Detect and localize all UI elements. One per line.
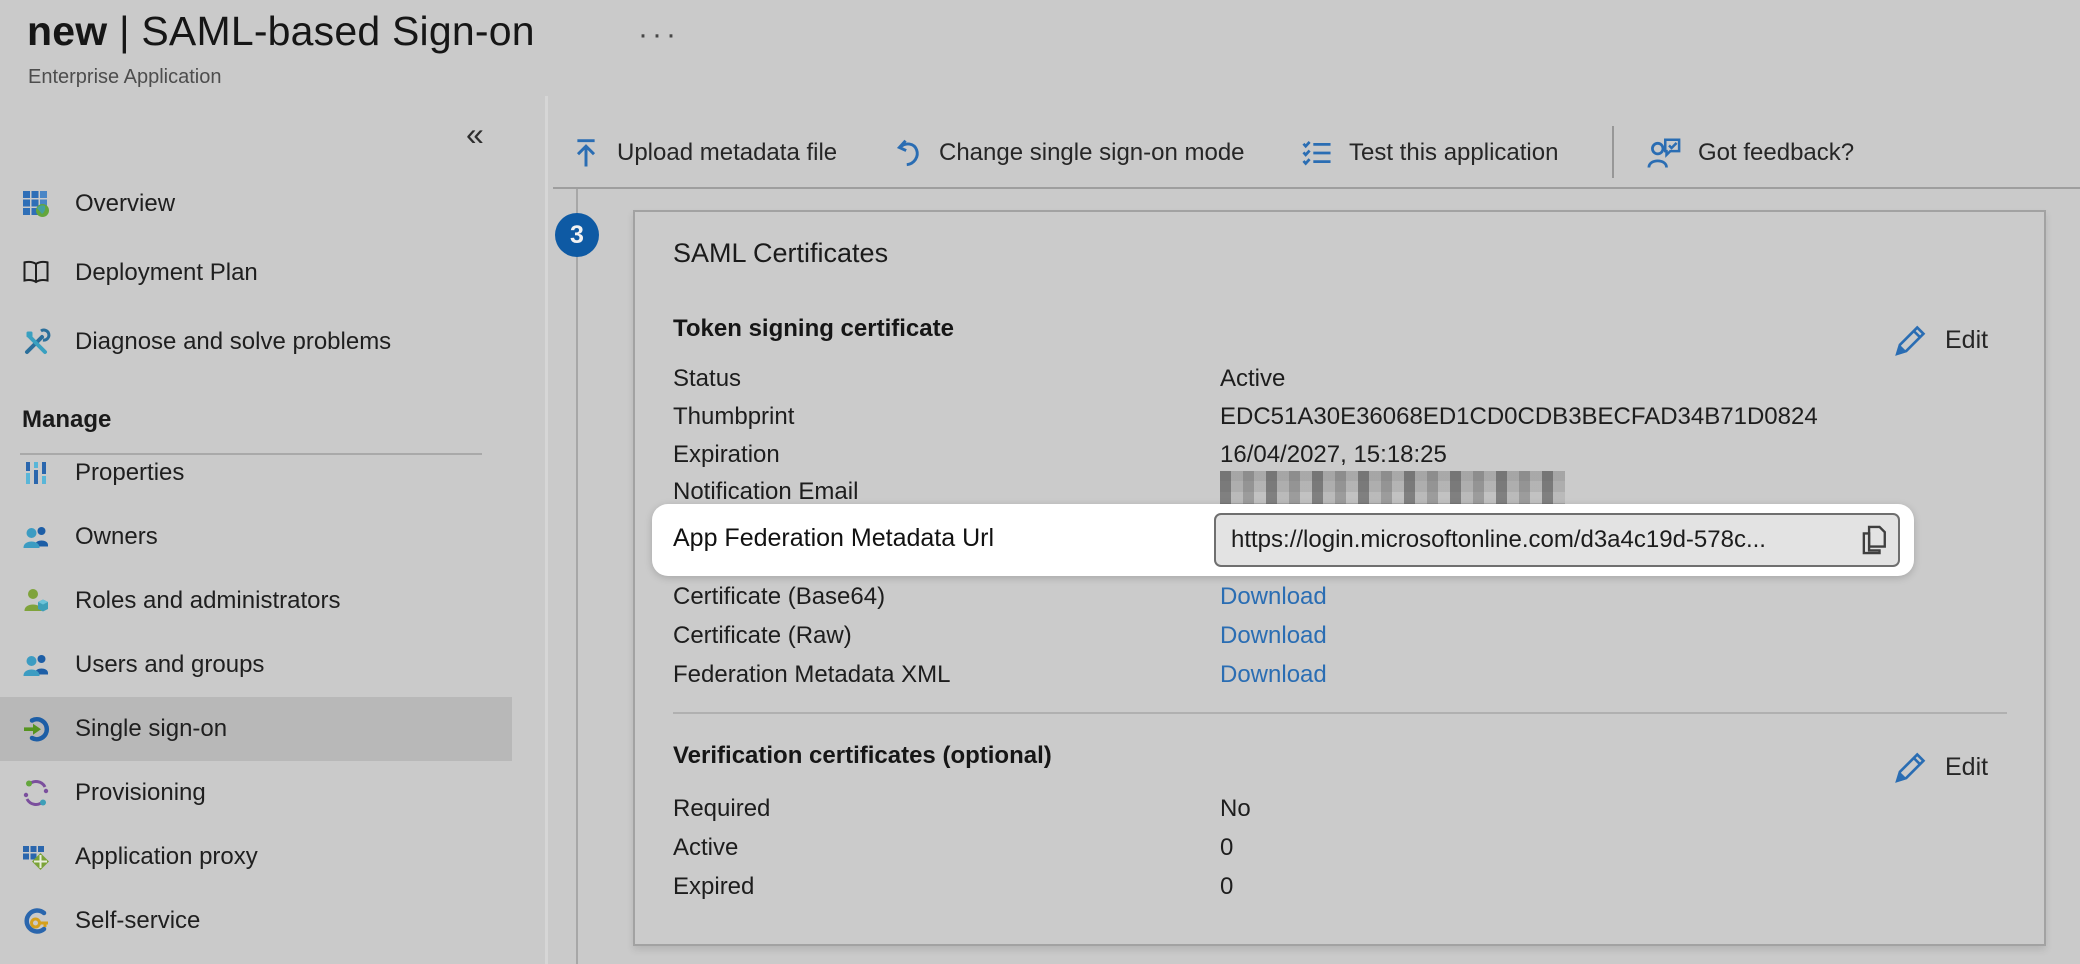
- edit-verification-certificates-button[interactable]: Edit: [1893, 749, 1988, 785]
- app-proxy-icon: [21, 842, 51, 872]
- sidebar-collapse-icon[interactable]: «: [466, 116, 484, 153]
- single-sign-on-icon: [21, 714, 51, 744]
- download-certificate-base64-link[interactable]: Download: [1220, 583, 1327, 611]
- toolbar-item-label: Test this application: [1349, 139, 1558, 167]
- federation-metadata-xml-label: Federation Metadata XML: [673, 661, 951, 689]
- roles-icon: [21, 586, 51, 616]
- verification-certificates-title: Verification certificates (optional): [673, 742, 1052, 770]
- toolbar-item-label: Got feedback?: [1698, 139, 1854, 167]
- expiration-label: Expiration: [673, 441, 780, 469]
- sidebar-item-label: Provisioning: [75, 779, 206, 807]
- active-count-label: Active: [673, 834, 738, 862]
- status-value: Active: [1220, 365, 1285, 393]
- edit-pencil-icon: [1893, 322, 1929, 358]
- notification-email-label: Notification Email: [673, 478, 858, 506]
- overview-icon: [21, 189, 51, 219]
- page-subtitle: Enterprise Application: [28, 66, 221, 89]
- sidebar-item-application-proxy[interactable]: Application proxy: [0, 825, 512, 889]
- toolbar-item-label: Change single sign-on mode: [939, 139, 1245, 167]
- feedback-icon: [1646, 136, 1682, 170]
- token-signing-certificate-title: Token signing certificate: [673, 315, 954, 343]
- got-feedback-button[interactable]: Got feedback?: [1646, 130, 1854, 176]
- sidebar-item-label: Application proxy: [75, 843, 258, 871]
- sidebar-item-roles[interactable]: Roles and administrators: [0, 569, 512, 633]
- upload-metadata-button[interactable]: Upload metadata file: [571, 130, 837, 176]
- sidebar-item-diagnose[interactable]: Diagnose and solve problems: [0, 310, 512, 374]
- edit-button-label: Edit: [1945, 326, 1988, 355]
- checklist-icon: [1301, 138, 1333, 168]
- sidebar-item-owners[interactable]: Owners: [0, 505, 512, 569]
- diagnose-icon: [21, 327, 51, 357]
- sidebar-item-label: Roles and administrators: [75, 587, 340, 615]
- active-count-value: 0: [1220, 834, 1233, 862]
- sidebar-item-overview[interactable]: Overview: [0, 172, 512, 236]
- app-name: new: [27, 8, 107, 54]
- step-connector-line: [576, 189, 578, 964]
- sidebar-item-label: Owners: [75, 523, 158, 551]
- toolbar-rule: [553, 187, 2080, 189]
- sidebar-item-label: Properties: [75, 459, 184, 487]
- expired-count-value: 0: [1220, 873, 1233, 901]
- thumbprint-label: Thumbprint: [673, 403, 794, 431]
- sidebar-item-provisioning[interactable]: Provisioning: [0, 761, 512, 825]
- properties-icon: [21, 458, 51, 488]
- toolbar-separator: [1612, 126, 1614, 178]
- metadata-url-field: [1214, 513, 1900, 567]
- section-divider: [673, 712, 2007, 714]
- change-sso-mode-button[interactable]: Change single sign-on mode: [893, 130, 1245, 176]
- sidebar-item-self-service[interactable]: Self-service: [0, 889, 512, 953]
- expiration-value: 16/04/2027, 15:18:25: [1220, 441, 1447, 469]
- azure-enterprise-app-sso-page: new | SAML-based Sign-on ··· Enterprise …: [0, 0, 2080, 964]
- saml-certificates-card: SAML Certificates Token signing certific…: [633, 210, 2046, 946]
- sidebar-item-deployment-plan[interactable]: Deployment Plan: [0, 241, 512, 305]
- more-options-icon[interactable]: ···: [638, 18, 680, 52]
- sidebar-item-properties[interactable]: Properties: [0, 441, 512, 505]
- app-federation-metadata-url-label: App Federation Metadata Url: [673, 524, 994, 553]
- sidebar-item-label: Users and groups: [75, 651, 264, 679]
- sidebar-item-users-groups[interactable]: Users and groups: [0, 633, 512, 697]
- edit-pencil-icon: [1893, 749, 1929, 785]
- thumbprint-value: EDC51A30E36068ED1CD0CDB3BECFAD34B71D0824: [1220, 403, 1818, 431]
- sidebar-item-label: Deployment Plan: [75, 259, 258, 287]
- copy-icon[interactable]: [1856, 523, 1890, 557]
- page-title-rest: | SAML-based Sign-on: [119, 8, 535, 54]
- app-federation-metadata-url-row: App Federation Metadata Url: [652, 504, 1914, 576]
- download-federation-metadata-xml-link[interactable]: Download: [1220, 661, 1327, 689]
- sidebar-item-single-sign-on[interactable]: Single sign-on: [0, 697, 512, 761]
- sidebar-item-label: Single sign-on: [75, 715, 227, 743]
- status-label: Status: [673, 365, 741, 393]
- users-groups-icon: [21, 650, 51, 680]
- provisioning-icon: [21, 778, 51, 808]
- page-title: new | SAML-based Sign-on: [27, 8, 535, 55]
- panel-separator: [545, 96, 548, 964]
- step-3-badge: 3: [555, 213, 599, 257]
- download-certificate-raw-link[interactable]: Download: [1220, 622, 1327, 650]
- edit-button-label: Edit: [1945, 753, 1988, 782]
- owners-icon: [21, 522, 51, 552]
- sidebar-item-label: Diagnose and solve problems: [75, 328, 391, 356]
- toolbar-item-label: Upload metadata file: [617, 139, 837, 167]
- metadata-url-input[interactable]: [1214, 513, 1900, 567]
- sidebar-item-label: Overview: [75, 190, 175, 218]
- edit-token-certificate-button[interactable]: Edit: [1893, 322, 1988, 358]
- certificate-base64-label: Certificate (Base64): [673, 583, 885, 611]
- required-value: No: [1220, 795, 1251, 823]
- required-label: Required: [673, 795, 770, 823]
- card-title: SAML Certificates: [673, 238, 888, 269]
- upload-icon: [571, 137, 601, 169]
- sidebar-item-label: Self-service: [75, 907, 200, 935]
- test-application-button[interactable]: Test this application: [1301, 130, 1558, 176]
- certificate-raw-label: Certificate (Raw): [673, 622, 852, 650]
- self-service-icon: [21, 906, 51, 936]
- sidebar-manage-header: Manage: [22, 406, 111, 434]
- expired-count-label: Expired: [673, 873, 754, 901]
- change-mode-icon: [893, 137, 923, 169]
- deployment-plan-icon: [21, 258, 51, 288]
